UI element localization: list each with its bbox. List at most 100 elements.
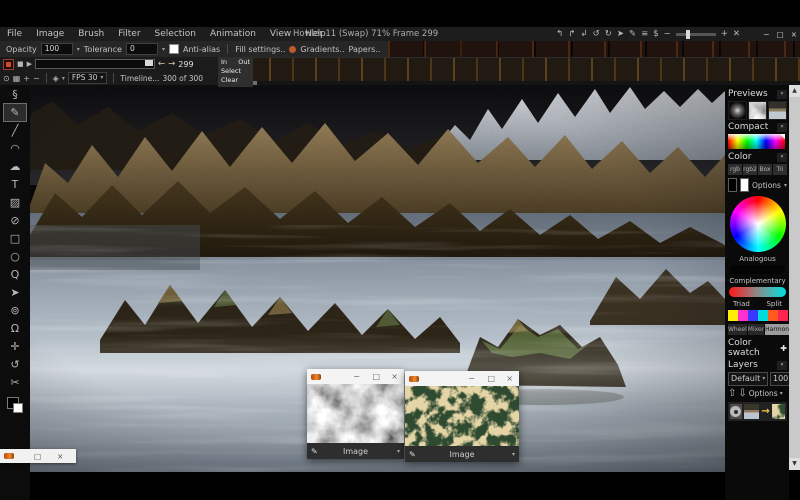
rotate-icon[interactable]: ↲ [580, 27, 587, 41]
menu-out[interactable]: Out [238, 58, 250, 67]
grayscale-texture-image[interactable] [307, 384, 404, 443]
rectangle-tool[interactable]: □ [4, 230, 26, 247]
close-button[interactable]: × [791, 30, 797, 39]
currency-icon[interactable]: $ [653, 27, 658, 41]
image-source-dropdown-icon[interactable]: ▾ [397, 448, 400, 455]
menu-selection[interactable]: Selection [148, 29, 203, 39]
layer-texture-thumbnail[interactable] [772, 404, 785, 419]
gradients-button[interactable]: Gradients.. [300, 45, 344, 54]
prev-frame-button[interactable]: ← [158, 59, 165, 69]
record-button[interactable] [3, 59, 14, 70]
mode-box[interactable]: Box [758, 164, 772, 175]
fps-dropdown-icon[interactable]: ▾ [100, 73, 103, 83]
opacity-input[interactable]: 100 [41, 43, 73, 55]
scroll-up-icon[interactable]: ▲ [789, 85, 800, 97]
layer-strip[interactable]: → [728, 402, 787, 421]
maximize-button[interactable]: □ [372, 372, 380, 381]
layer-up-icon[interactable]: ⇧ [728, 388, 736, 399]
color-dropdown-icon[interactable]: ▾ [777, 153, 787, 162]
tab-wheel[interactable]: Wheel [728, 324, 747, 335]
frame-slider[interactable] [35, 59, 155, 69]
clone-tool[interactable]: ⊚ [4, 302, 26, 319]
triad-swatch-1[interactable] [728, 310, 738, 321]
rotate-tool[interactable]: ↺ [4, 356, 26, 373]
stop-button[interactable]: ■ [17, 59, 24, 69]
fps-select[interactable]: FPS 30 ▾ [68, 72, 108, 84]
magnifier-tool[interactable]: Q [4, 266, 26, 283]
airbrush-tool[interactable]: ☁ [4, 158, 26, 175]
outline-ellipse-tool[interactable]: ⊘ [4, 212, 26, 229]
brush-tool[interactable]: ✎ [4, 104, 26, 121]
list-icon[interactable]: ≡ [641, 27, 648, 41]
pick-tool[interactable]: ➤ [4, 284, 26, 301]
image-source-dropdown-icon[interactable]: ▾ [512, 451, 515, 458]
mini-close-button[interactable]: × [57, 452, 63, 461]
layers-dropdown-icon[interactable]: ▾ [777, 361, 787, 370]
flip-v-icon[interactable]: ↱ [568, 27, 575, 41]
tolerance-dropdown-icon[interactable]: ▾ [162, 46, 165, 53]
opacity-dropdown-icon[interactable]: ▾ [77, 46, 80, 53]
menu-brush[interactable]: Brush [71, 29, 111, 39]
marker-dropdown-icon[interactable]: ▾ [62, 75, 65, 82]
play-button[interactable]: ▶ [27, 59, 32, 69]
tab-mixer[interactable]: Mixer [748, 324, 764, 335]
split-swatch-1[interactable] [758, 310, 768, 321]
remove-frame-button[interactable]: − [33, 74, 40, 83]
texture-window-2[interactable]: − □ × ✎ Image ▾ [405, 371, 519, 462]
texture-window-2-titlebar[interactable]: − □ × [405, 371, 519, 386]
image-preview-thumb[interactable] [768, 101, 787, 120]
layer-options-button[interactable]: Options [749, 389, 778, 398]
layer-down-icon[interactable]: ⇩ [738, 388, 746, 399]
compact-dropdown-icon[interactable]: ▾ [777, 123, 787, 132]
panel-scrollbar[interactable]: ▲ ▼ [789, 85, 800, 470]
color-swatch-pair[interactable] [7, 397, 23, 413]
layer-mode-select[interactable]: Default ▾ [728, 372, 768, 386]
menu-select[interactable]: Select [221, 67, 241, 75]
zoom-in-icon[interactable]: + [721, 27, 728, 41]
scissors-tool[interactable]: ✂ [4, 374, 26, 391]
layer-options-dropdown-icon[interactable]: ▾ [780, 390, 783, 397]
filmstrip-icon[interactable]: ▦ [13, 74, 21, 83]
next-frame-button[interactable]: → [168, 59, 175, 69]
tolerance-input[interactable]: 0 [126, 43, 158, 55]
menu-clear[interactable]: Clear [221, 76, 238, 84]
mini-maximize-button[interactable]: □ [34, 452, 41, 461]
menu-filter[interactable]: Filter [111, 29, 147, 39]
complementary-bar[interactable] [729, 287, 786, 297]
image-source-label[interactable]: Image [307, 447, 404, 456]
zoom-out-icon[interactable]: − [664, 27, 671, 41]
maximize-button[interactable]: □ [487, 374, 495, 383]
mode-tri[interactable]: Tri [773, 164, 787, 175]
shear-tool[interactable]: ▨ [4, 194, 26, 211]
undo-icon[interactable]: ↺ [593, 27, 600, 41]
brush-preview-thumb[interactable] [728, 101, 747, 120]
minimize-button[interactable]: − [468, 374, 475, 383]
primary-color-swatch[interactable] [728, 178, 737, 192]
frame-slider-handle[interactable] [145, 60, 153, 66]
fill-settings-button[interactable]: Fill settings.. [235, 45, 285, 54]
triad-swatch-3[interactable] [748, 310, 758, 321]
zoom-slider[interactable] [676, 33, 716, 36]
mode-rgb[interactable]: rgb [728, 164, 742, 175]
marker-icon[interactable]: ◈ [53, 74, 59, 83]
filmstrip-scrollbar[interactable] [248, 81, 800, 85]
scroll-track[interactable] [789, 97, 800, 458]
close-button[interactable]: × [506, 374, 513, 383]
split-swatch-2[interactable] [768, 310, 778, 321]
symmetry-tool[interactable]: § [4, 86, 26, 103]
clear-icon[interactable]: ✕ [733, 27, 740, 41]
onion-skin-icon[interactable]: ⊙ [3, 74, 10, 83]
split-swatch-3[interactable] [778, 310, 788, 321]
layer-thumbnail[interactable] [744, 404, 760, 419]
scroll-down-icon[interactable]: ▼ [789, 458, 800, 470]
cursor-icon[interactable]: ➤ [617, 27, 624, 41]
frame-thumbnails-strip[interactable] [248, 57, 800, 81]
brush-icon[interactable]: ✎ [629, 27, 636, 41]
texture-window-1[interactable]: − □ × ✎ Image ▾ [307, 369, 404, 459]
flip-h-icon[interactable]: ↰ [556, 27, 563, 41]
redo-icon[interactable]: ↻ [605, 27, 612, 41]
gradient-preview-strip[interactable] [388, 41, 800, 57]
move-tool[interactable]: ✛ [4, 338, 26, 355]
background-color-swatch[interactable] [13, 403, 23, 413]
menu-animation[interactable]: Animation [203, 29, 263, 39]
